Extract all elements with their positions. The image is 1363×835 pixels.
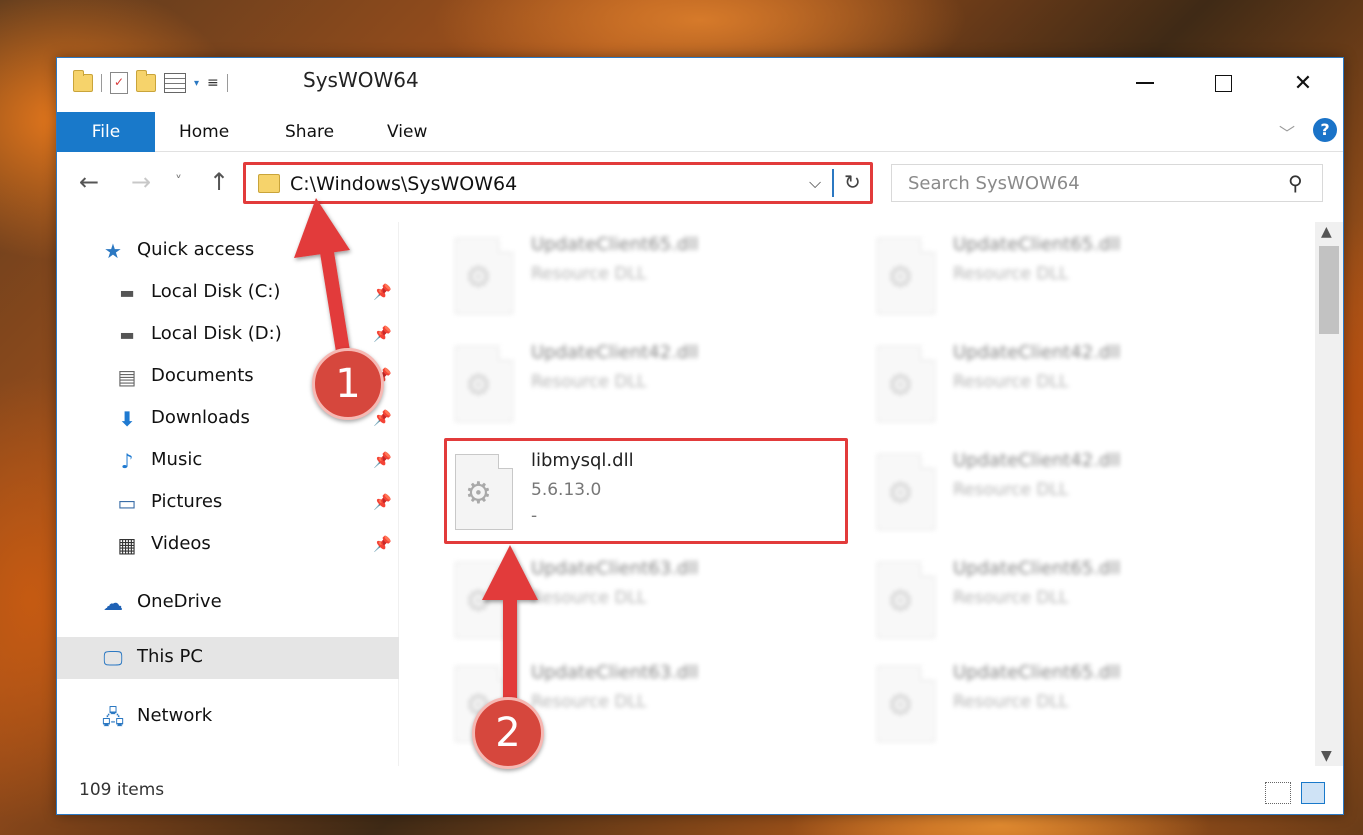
annotation-arrows	[294, 198, 538, 707]
arrow-1-head	[294, 198, 350, 258]
annotation-badge-2: 2	[472, 697, 544, 769]
arrow-2-head	[482, 545, 538, 600]
annotation-badge-1: 1	[312, 348, 384, 420]
